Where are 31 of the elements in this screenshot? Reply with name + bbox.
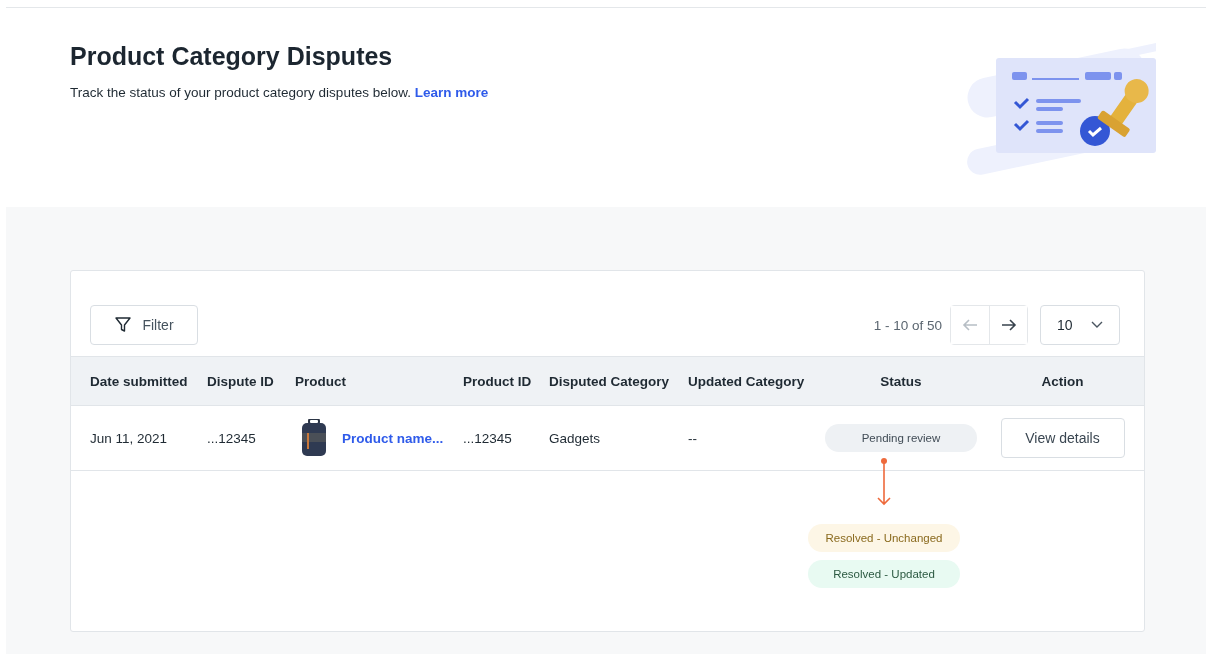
table-cell: Gadgets: [549, 430, 601, 446]
chevron-down-icon: [1091, 321, 1103, 329]
status-change-arrow: [877, 458, 891, 508]
status-pill: Pending review: [825, 424, 977, 452]
column-header: Product ID: [463, 373, 532, 389]
column-header: Updated Category: [688, 373, 805, 389]
column-header: Date submitted: [90, 373, 188, 389]
next-page-button[interactable]: [989, 306, 1027, 344]
table-cell: Jun 11, 2021: [90, 430, 168, 446]
page-size-dropdown[interactable]: 10: [1040, 305, 1120, 345]
pagination-range: 1 - 10 of 50: [873, 317, 942, 333]
learn-more-link[interactable]: Learn more: [414, 85, 489, 100]
view-details-button[interactable]: View details: [1000, 418, 1125, 458]
status-pill: Resolved - Unchanged: [808, 524, 960, 552]
filter-icon: [114, 316, 133, 334]
page-title: Product Category Disputes: [70, 42, 394, 71]
column-header: Disputed Category: [549, 373, 670, 389]
status-pill: Resolved - Updated: [808, 560, 960, 588]
filter-button[interactable]: Filter: [90, 305, 198, 345]
column-header: Action: [1041, 373, 1084, 389]
column-header: Status: [880, 373, 922, 389]
right-arrow-icon: [1000, 318, 1017, 332]
left-arrow-icon: [962, 318, 978, 332]
column-header: Dispute ID: [207, 373, 274, 389]
table-cell: --: [688, 430, 697, 446]
page-description: Track the status of your product category disputes below. Learn more: [70, 85, 489, 100]
product-thumbnail: [301, 419, 327, 457]
table-cell: ...12345: [207, 430, 256, 446]
table-cell: ...12345: [463, 430, 512, 446]
product-link[interactable]: Product name...: [342, 430, 444, 446]
column-header: Product: [295, 373, 346, 389]
